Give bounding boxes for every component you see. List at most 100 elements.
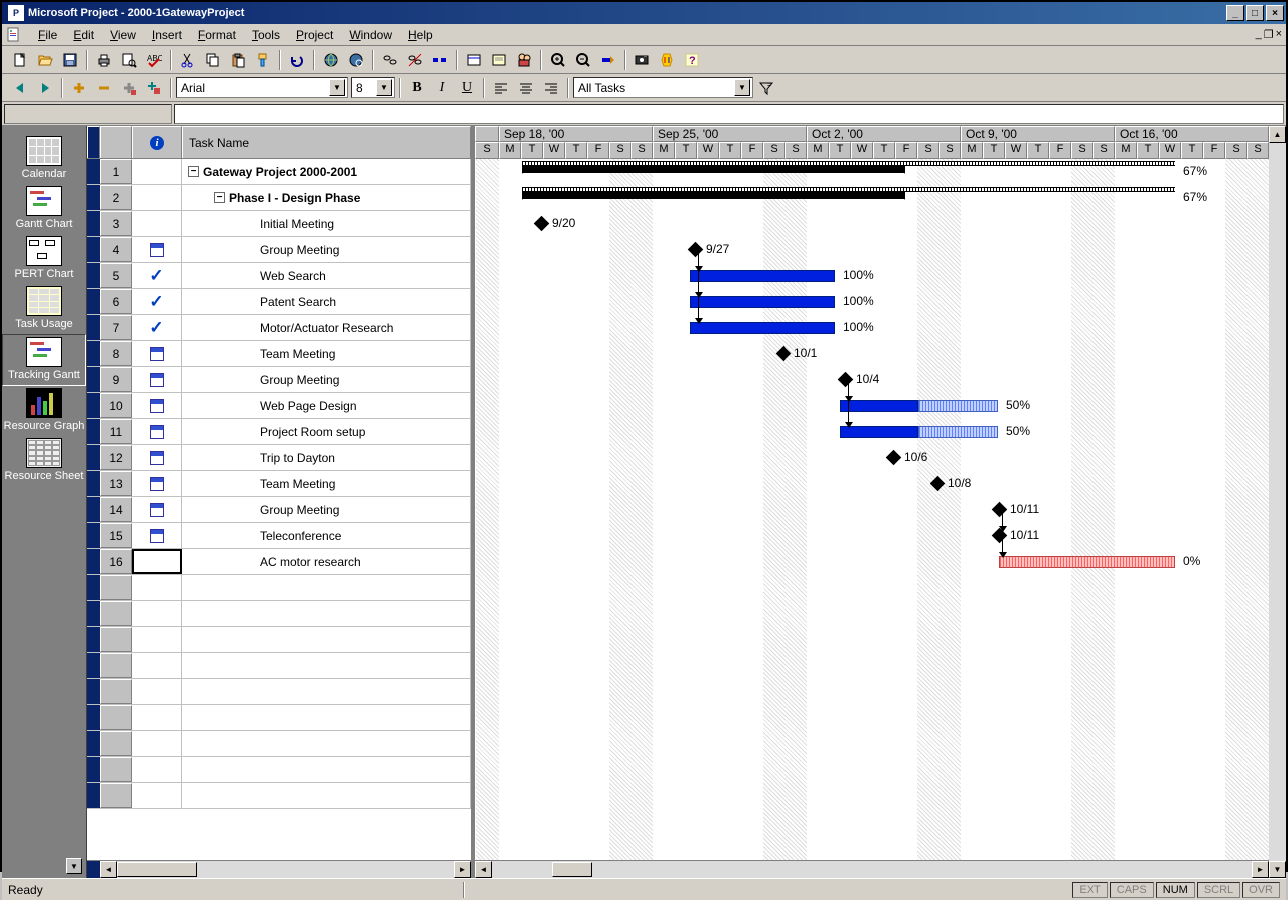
task-row[interactable]: 14Group Meeting (87, 497, 471, 523)
task-name-cell[interactable]: Patent Search (182, 289, 471, 314)
task-bar[interactable] (999, 556, 1175, 568)
row-number[interactable]: 5 (100, 263, 132, 288)
underline-button[interactable]: U (455, 77, 479, 99)
close-button[interactable]: × (1266, 5, 1284, 21)
view-calendar[interactable]: Calendar (2, 134, 86, 184)
task-bar[interactable] (690, 322, 835, 334)
cut-button[interactable] (176, 49, 200, 71)
indicator-cell[interactable] (132, 341, 182, 366)
task-row[interactable]: 16 AC motor research (87, 549, 471, 575)
scroll-left-button[interactable]: ◄ (100, 861, 117, 878)
task-name-cell[interactable]: Initial Meeting (182, 211, 471, 236)
view-resource-sheet[interactable]: Resource Sheet (2, 436, 86, 486)
milestone[interactable] (886, 450, 902, 466)
indicator-cell[interactable] (132, 185, 182, 210)
indicator-cell[interactable]: ✓ (132, 263, 182, 288)
menu-insert[interactable]: Insert (144, 26, 190, 44)
entry-input[interactable] (174, 104, 1284, 124)
task-name-cell[interactable]: Group Meeting (182, 367, 471, 392)
align-center-button[interactable] (514, 77, 538, 99)
task-row[interactable]: 15Teleconference (87, 523, 471, 549)
row-number[interactable]: 9 (100, 367, 132, 392)
row-number[interactable]: 16 (100, 549, 132, 574)
indicator-cell[interactable] (132, 549, 182, 574)
hide-subtasks-button[interactable] (92, 77, 116, 99)
milestone[interactable] (930, 476, 946, 492)
task-row[interactable]: 6✓Patent Search (87, 289, 471, 315)
select-all-corner[interactable] (87, 126, 100, 158)
milestone[interactable] (776, 346, 792, 362)
indicator-cell[interactable] (132, 367, 182, 392)
task-row[interactable]: 10Web Page Design (87, 393, 471, 419)
task-name-cell[interactable]: Project Room setup (182, 419, 471, 444)
week-header[interactable]: Oct 9, '00 (961, 126, 1115, 142)
align-right-button[interactable] (539, 77, 563, 99)
task-row[interactable]: 9 Group Meeting (87, 367, 471, 393)
zoom-in-button[interactable] (546, 49, 570, 71)
task-name-cell[interactable]: Trip to Dayton (182, 445, 471, 470)
help-button[interactable]: ? (680, 49, 704, 71)
task-name-cell[interactable]: Group Meeting (182, 237, 471, 262)
view-gantt-chart[interactable]: Gantt Chart (2, 184, 86, 234)
menu-format[interactable]: Format (190, 26, 244, 44)
row-number[interactable]: 11 (100, 419, 132, 444)
entry-namebox[interactable] (4, 104, 172, 124)
unlink-tasks-button[interactable] (403, 49, 427, 71)
menu-help[interactable]: Help (400, 26, 441, 44)
milestone[interactable] (688, 242, 704, 258)
indicator-cell[interactable]: ✓ (132, 315, 182, 340)
show-all-button[interactable] (142, 77, 166, 99)
filter-combo[interactable]: All Tasks▼ (573, 77, 753, 98)
menu-tools[interactable]: Tools (244, 26, 288, 44)
menu-window[interactable]: Window (341, 26, 400, 44)
gantt-scroll-up[interactable]: ▲ (1269, 126, 1286, 143)
gantt-hscroll[interactable]: ◄ ► (475, 860, 1269, 878)
task-name-cell[interactable]: Teleconference (182, 523, 471, 548)
web-toolbar-button[interactable] (344, 49, 368, 71)
menu-edit[interactable]: Edit (65, 26, 102, 44)
week-header[interactable]: Oct 2, '00 (807, 126, 961, 142)
minimize-button[interactable]: _ (1226, 5, 1244, 21)
undo-button[interactable] (285, 49, 309, 71)
view-resource-graph[interactable]: Resource Graph (2, 386, 86, 436)
format-painter-button[interactable] (251, 49, 275, 71)
view-pert-chart[interactable]: PERT Chart (2, 234, 86, 284)
menu-view[interactable]: View (102, 26, 144, 44)
task-bar-remaining[interactable] (918, 426, 998, 438)
gantt-chart-area[interactable]: 67%67%9/209/27100%100%100%10/110/450%50%… (475, 159, 1269, 860)
save-button[interactable] (58, 49, 82, 71)
task-row[interactable]: 12 Trip to Dayton (87, 445, 471, 471)
task-row[interactable]: 5✓Web Search (87, 263, 471, 289)
row-number[interactable]: 13 (100, 471, 132, 496)
indicator-cell[interactable] (132, 471, 182, 496)
align-left-button[interactable] (489, 77, 513, 99)
summary-bar[interactable] (522, 192, 905, 199)
bold-button[interactable]: B (405, 77, 429, 99)
task-name-cell[interactable]: Motor/Actuator Research (182, 315, 471, 340)
milestone[interactable] (534, 216, 550, 232)
row-number[interactable]: 12 (100, 445, 132, 470)
task-name-cell[interactable]: AC motor research (182, 549, 471, 574)
font-combo[interactable]: Arial▼ (176, 77, 348, 98)
task-bar-remaining[interactable] (918, 400, 998, 412)
maximize-button[interactable]: □ (1246, 5, 1264, 21)
task-row[interactable]: 1−Gateway Project 2000-2001 (87, 159, 471, 185)
row-number[interactable]: 7 (100, 315, 132, 340)
indicator-cell[interactable] (132, 497, 182, 522)
gantt-scroll-left[interactable]: ◄ (475, 861, 492, 878)
indent-arrow-button[interactable] (33, 77, 57, 99)
task-name-cell[interactable]: −Gateway Project 2000-2001 (182, 159, 471, 184)
hide-assignments-button[interactable] (117, 77, 141, 99)
open-button[interactable] (33, 49, 57, 71)
task-row[interactable]: 8Team Meeting (87, 341, 471, 367)
week-header[interactable]: Sep 25, '00 (653, 126, 807, 142)
goto-selected-button[interactable] (596, 49, 620, 71)
outdent-arrow-button[interactable] (8, 77, 32, 99)
table-hscroll[interactable]: ◄ ► (87, 860, 471, 878)
mdi-close-button[interactable]: × (1276, 28, 1282, 41)
show-subtasks-button[interactable] (67, 77, 91, 99)
menu-project[interactable]: Project (288, 26, 341, 44)
indicator-cell[interactable] (132, 211, 182, 236)
milestone[interactable] (838, 372, 854, 388)
task-row[interactable]: 11 Project Room setup (87, 419, 471, 445)
